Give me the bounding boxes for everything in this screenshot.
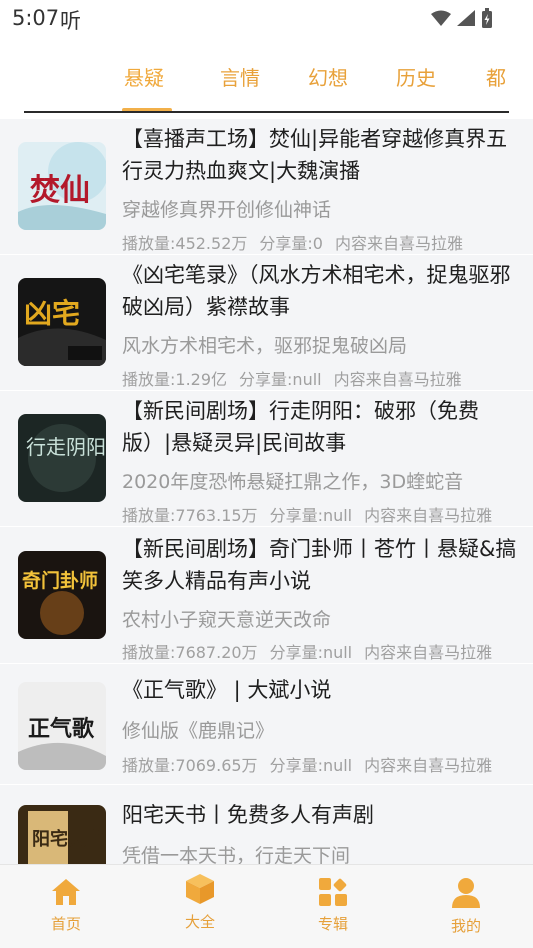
svg-text:焚仙: 焚仙 — [30, 173, 90, 208]
content-source: 内容来自喜马拉雅 — [364, 756, 493, 775]
album-title: 【新民间剧场】行走阴阳：破邪（免费版）|悬疑灵异|民间故事 — [122, 399, 479, 455]
nav-home[interactable]: 首页 — [26, 877, 106, 934]
tab-urban[interactable]: 都 — [486, 62, 506, 91]
share-count: 分享量:null — [269, 756, 353, 775]
share-count: 分享量:null — [269, 506, 353, 525]
svg-text:正气歌: 正气歌 — [28, 716, 95, 742]
cube-icon — [186, 874, 214, 904]
content-source: 内容来自喜马拉雅 — [334, 234, 463, 253]
share-count: 分享量:null — [239, 370, 322, 389]
nav-home-label: 首页 — [50, 915, 81, 933]
status-app-glyph: 听 — [60, 9, 81, 33]
album-cover: 阳宅天书 — [18, 805, 106, 864]
album-description: 凭借一本天书，行走天下间 — [122, 845, 351, 864]
album-item[interactable]: 凶宅 《凶宅笔录》（风水方术相宅术，捉鬼驱邪破凶局）紫襟故事 风水方术相宅术，驱… — [0, 255, 533, 391]
album-item[interactable]: 阳宅天书 阳宅天书丨免费多人有声剧 凭借一本天书，行走天下间 — [0, 785, 533, 864]
album-meta: 播放量:7687.20万 分享量:null 内容来自喜马拉雅 — [122, 639, 532, 663]
album-meta: 播放量:7069.65万 分享量:null 内容来自喜马拉雅 — [122, 752, 532, 776]
tab-history[interactable]: 历史 — [396, 62, 436, 91]
nav-album-label: 专辑 — [317, 915, 348, 933]
share-count: 分享量:null — [269, 643, 353, 662]
tab-fantasy[interactable]: 幻想 — [308, 62, 348, 91]
album-cover: 正气歌 — [18, 682, 106, 770]
album-item[interactable]: 焚仙 【喜播声工场】焚仙|异能者穿越修真界五行灵力热血爽文|大魏演播 穿越修真界… — [0, 119, 533, 255]
svg-text:行走阴阳: 行走阴阳 — [26, 435, 106, 459]
tab-romance[interactable]: 言情 — [220, 62, 260, 91]
status-bar: 5:07 听 — [0, 0, 533, 36]
nav-mine[interactable]: 我的 — [426, 877, 506, 936]
album-description: 穿越修真界开创修仙神话 — [122, 199, 332, 221]
svg-text:阳宅天书: 阳宅天书 — [32, 828, 104, 850]
album-item[interactable]: 行走阴阳 【新民间剧场】行走阴阳：破邪（免费版）|悬疑灵异|民间故事 2020年… — [0, 391, 533, 527]
home-icon — [52, 879, 80, 905]
play-count: 播放量:452.52万 — [122, 234, 248, 253]
album-description: 2020年度恐怖悬疑扛鼎之作，3D蝰蛇音 — [122, 471, 464, 493]
nav-all-label: 大全 — [184, 913, 215, 931]
album-item[interactable]: 正气歌 《正气歌》 | 大斌小说 修仙版《鹿鼎记》 播放量:7069.65万 分享… — [0, 664, 533, 785]
play-count: 播放量:7069.65万 — [122, 756, 258, 775]
album-title: 《凶宅笔录》（风水方术相宅术，捉鬼驱邪破凶局）紫襟故事 — [122, 263, 511, 319]
play-count: 播放量:7687.20万 — [122, 643, 258, 662]
album-cover: 奇门卦师 — [18, 551, 106, 639]
album-cover: 凶宅 — [18, 278, 106, 366]
share-count: 分享量:0 — [259, 234, 323, 253]
tabs-divider — [24, 111, 509, 113]
svg-text:凶宅: 凶宅 — [24, 297, 80, 330]
tab-suspense[interactable]: 悬疑 — [124, 62, 164, 91]
bottom-nav: 首页 大全 专辑 我的 — [0, 864, 533, 948]
album-item[interactable]: 奇门卦师 【新民间剧场】奇门卦师丨苍竹丨悬疑&搞笑多人精品有声小说 农村小子窥天… — [0, 527, 533, 664]
nav-album[interactable]: 专辑 — [293, 877, 373, 934]
nav-mine-label: 我的 — [450, 917, 481, 935]
album-title: 【喜播声工场】焚仙|异能者穿越修真界五行灵力热血爽文|大魏演播 — [122, 127, 508, 183]
album-title: 【新民间剧场】奇门卦师丨苍竹丨悬疑&搞笑多人精品有声小说 — [122, 537, 517, 593]
album-list[interactable]: 焚仙 【喜播声工场】焚仙|异能者穿越修真界五行灵力热血爽文|大魏演播 穿越修真界… — [0, 119, 533, 864]
category-tabs: 悬疑 言情 幻想 历史 都 — [0, 48, 533, 112]
album-meta: 播放量:452.52万 分享量:0 内容来自喜马拉雅 — [122, 230, 532, 254]
album-title: 阳宅天书丨免费多人有声剧 — [122, 803, 374, 827]
signal-icon — [457, 10, 475, 26]
album-description: 风水方术相宅术，驱邪捉鬼破凶局 — [122, 335, 408, 357]
app-screen: 5:07 听 悬疑 言情 幻想 历史 都 焚仙 【喜播声工场】焚仙|异能者穿越修… — [0, 0, 533, 948]
content-source: 内容来自喜马拉雅 — [364, 643, 493, 662]
album-title: 《正气歌》 | 大斌小说 — [122, 678, 332, 702]
play-count: 播放量:1.29亿 — [122, 370, 228, 389]
album-description: 修仙版《鹿鼎记》 — [122, 720, 275, 742]
album-cover: 行走阴阳 — [18, 414, 106, 502]
content-source: 内容来自喜马拉雅 — [364, 506, 493, 525]
album-description: 农村小子窥天意逆天改命 — [122, 609, 332, 631]
battery-icon — [482, 8, 492, 28]
status-time: 5:07 — [12, 6, 60, 30]
person-icon — [452, 878, 480, 908]
album-cover: 焚仙 — [18, 142, 106, 230]
nav-all[interactable]: 大全 — [160, 873, 240, 932]
status-icons — [431, 8, 493, 28]
album-meta: 播放量:1.29亿 分享量:null 内容来自喜马拉雅 — [122, 366, 532, 390]
album-meta: 播放量:7763.15万 分享量:null 内容来自喜马拉雅 — [122, 502, 532, 526]
wifi-icon — [431, 10, 451, 26]
svg-text:奇门卦师: 奇门卦师 — [22, 569, 98, 592]
content-source: 内容来自喜马拉雅 — [333, 370, 462, 389]
album-grid-icon — [319, 878, 347, 906]
play-count: 播放量:7763.15万 — [122, 506, 258, 525]
